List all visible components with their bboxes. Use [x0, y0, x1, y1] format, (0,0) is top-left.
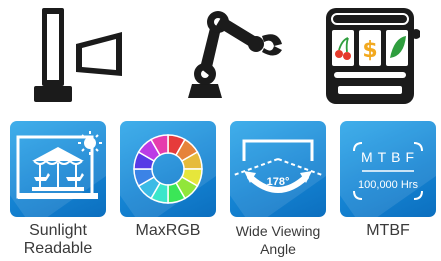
mtbf-tile: MTBF 100,000 Hrs	[340, 121, 436, 217]
robotic-arm-icon	[178, 4, 288, 108]
kiosk-display-icon	[30, 4, 130, 108]
color-wheel-icon	[133, 134, 203, 204]
viewing-angle-icon	[233, 139, 323, 193]
maxrgb-tile	[120, 121, 216, 217]
wide-viewing-angle-tile: 178°	[230, 121, 326, 217]
caption-line: MaxRGB	[135, 222, 201, 239]
caption-line: Sunlight	[29, 222, 87, 239]
caption-line: MTBF	[366, 222, 410, 239]
angle-label: 178°	[266, 176, 290, 188]
maxrgb-caption: MaxRGB	[113, 222, 223, 240]
mtbf-title: MTBF	[360, 149, 420, 165]
slot-machine-icon: $	[320, 4, 420, 108]
caption-line: Angle	[260, 241, 296, 257]
mtbf-value: 100,000 Hrs	[358, 179, 418, 191]
sunlight-readable-tile	[10, 121, 106, 217]
sunlight-readable-caption: Sunlight Readable	[3, 222, 113, 258]
mtbf-icon	[353, 142, 423, 200]
caption-line: Readable	[23, 240, 93, 257]
wide-viewing-angle-caption: Wide Viewing Angle	[223, 222, 333, 258]
carousel-sun-icon	[16, 131, 102, 199]
svg-text:$: $	[362, 38, 377, 63]
caption-line: Wide Viewing	[235, 223, 321, 239]
mtbf-caption: MTBF	[333, 222, 441, 240]
